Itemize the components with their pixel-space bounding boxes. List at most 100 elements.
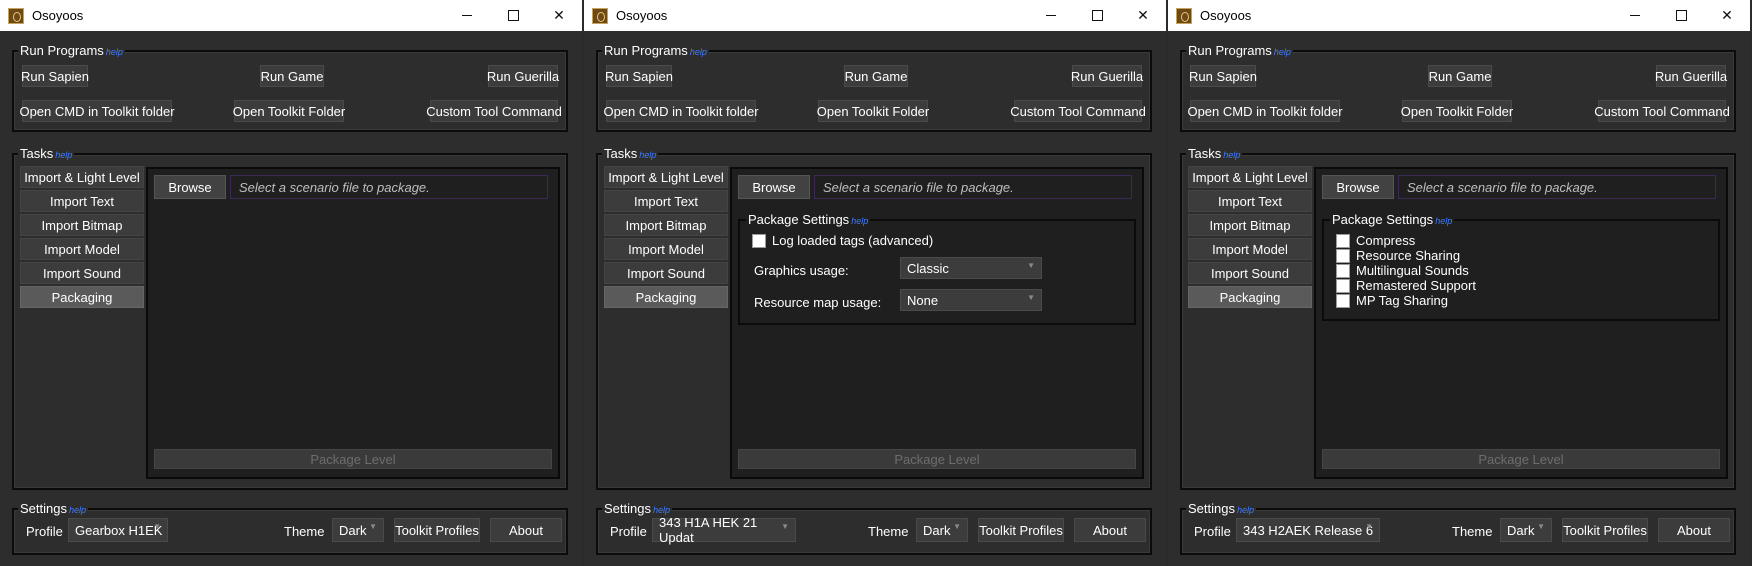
about-button[interactable]: About (1074, 518, 1146, 542)
task-import-bitmap[interactable]: Import Bitmap (604, 214, 728, 236)
profile-dropdown[interactable]: 343 H2AEK Release 6 ▼ (1236, 518, 1380, 542)
checkbox-label: MP Tag Sharing (1356, 293, 1449, 308)
scenario-path-input[interactable]: Select a scenario file to package. (230, 175, 548, 199)
package-level-button[interactable]: Package Level (154, 449, 552, 469)
run-programs-label: Run Programs help (602, 43, 709, 58)
help-link[interactable]: help (1274, 47, 1291, 57)
checkbox-box[interactable] (1336, 233, 1350, 248)
run-game-button[interactable]: Run Game (1428, 65, 1492, 87)
open-cmd-button[interactable]: Open CMD in Toolkit folder (1187, 100, 1343, 122)
help-link[interactable]: help (851, 216, 868, 226)
task-import-bitmap[interactable]: Import Bitmap (1188, 214, 1312, 236)
close-icon[interactable]: ✕ (1120, 0, 1166, 31)
theme-dropdown[interactable]: Dark ▼ (1500, 518, 1552, 542)
osoyoos-app-icon (8, 7, 24, 24)
custom-tool-command-button[interactable]: Custom Tool Command (1010, 100, 1146, 122)
open-toolkit-folder-button[interactable]: Open Toolkit Folder (817, 100, 929, 122)
chevron-down-icon: ▼ (369, 522, 377, 531)
task-import-model[interactable]: Import Model (20, 238, 144, 260)
help-link[interactable]: help (69, 505, 86, 515)
run-programs-group: Run Programs help Run Sapien Run Game Run… (1180, 43, 1736, 132)
profile-dropdown[interactable]: Gearbox H1EK ▼ (68, 518, 168, 542)
chevron-down-icon: ▼ (1365, 522, 1373, 531)
help-link[interactable]: help (1237, 505, 1254, 515)
profile-dropdown[interactable]: 343 H1A HEK 21 Updat ▼ (652, 515, 796, 545)
open-cmd-button[interactable]: Open CMD in Toolkit folder (603, 100, 759, 122)
checkbox-box[interactable] (1336, 278, 1350, 293)
run-guerilla-button[interactable]: Run Guerilla (1071, 65, 1143, 87)
task-packaging[interactable]: Packaging (604, 286, 728, 308)
scenario-path-input[interactable]: Select a scenario file to package. (1398, 175, 1716, 199)
run-programs-label: Run Programs help (18, 43, 125, 58)
run-game-button[interactable]: Run Game (260, 65, 324, 87)
task-import-text[interactable]: Import Text (1188, 190, 1312, 212)
maximize-icon[interactable] (1658, 0, 1704, 31)
minimize-icon[interactable] (1028, 0, 1074, 31)
help-link[interactable]: help (1435, 216, 1452, 226)
help-link[interactable]: help (653, 505, 670, 515)
task-import-sound[interactable]: Import Sound (20, 262, 144, 284)
run-sapien-button[interactable]: Run Sapien (21, 65, 89, 87)
checkbox-box[interactable] (1336, 293, 1350, 308)
run-guerilla-button[interactable]: Run Guerilla (1655, 65, 1727, 87)
graphics-usage-dropdown[interactable]: Classic ▼ (900, 257, 1042, 279)
run-sapien-button[interactable]: Run Sapien (1189, 65, 1257, 87)
task-import-light-level[interactable]: Import & Light Level (20, 166, 144, 188)
open-cmd-button[interactable]: Open CMD in Toolkit folder (19, 100, 175, 122)
task-import-light-level[interactable]: Import & Light Level (1188, 166, 1312, 188)
toolkit-profiles-button[interactable]: Toolkit Profiles (1562, 518, 1648, 542)
run-game-button[interactable]: Run Game (844, 65, 908, 87)
open-toolkit-folder-button[interactable]: Open Toolkit Folder (233, 100, 345, 122)
package-level-button[interactable]: Package Level (738, 449, 1136, 469)
task-packaging[interactable]: Packaging (20, 286, 144, 308)
open-toolkit-folder-button[interactable]: Open Toolkit Folder (1401, 100, 1513, 122)
browse-button[interactable]: Browse (1322, 175, 1394, 199)
toolkit-profiles-button[interactable]: Toolkit Profiles (394, 518, 480, 542)
multilingual-sounds-checkbox[interactable]: Multilingual Sounds (1336, 263, 1469, 278)
run-guerilla-button[interactable]: Run Guerilla (487, 65, 559, 87)
task-import-model[interactable]: Import Model (1188, 238, 1312, 260)
compress-checkbox[interactable]: Compress (1336, 233, 1415, 248)
help-link[interactable]: help (639, 150, 656, 160)
help-link[interactable]: help (1223, 150, 1240, 160)
task-import-model[interactable]: Import Model (604, 238, 728, 260)
task-import-text[interactable]: Import Text (604, 190, 728, 212)
about-button[interactable]: About (490, 518, 562, 542)
checkbox-box[interactable] (1336, 248, 1350, 263)
checkbox-box[interactable] (1336, 263, 1350, 278)
close-icon[interactable]: ✕ (1704, 0, 1750, 31)
minimize-icon[interactable] (1612, 0, 1658, 31)
about-button[interactable]: About (1658, 518, 1730, 542)
theme-dropdown[interactable]: Dark ▼ (332, 518, 384, 542)
task-import-light-level[interactable]: Import & Light Level (604, 166, 728, 188)
task-import-sound[interactable]: Import Sound (604, 262, 728, 284)
settings-label: Settings help (18, 501, 88, 516)
mp-tag-sharing-checkbox[interactable]: MP Tag Sharing (1336, 293, 1448, 308)
browse-button[interactable]: Browse (154, 175, 226, 199)
task-packaging[interactable]: Packaging (1188, 286, 1312, 308)
task-import-text[interactable]: Import Text (20, 190, 144, 212)
task-import-bitmap[interactable]: Import Bitmap (20, 214, 144, 236)
checkbox-box[interactable] (752, 233, 766, 248)
log-loaded-tags-checkbox[interactable]: Log loaded tags (advanced) (752, 233, 933, 248)
package-level-button[interactable]: Package Level (1322, 449, 1720, 469)
resource-map-usage-dropdown[interactable]: None ▼ (900, 289, 1042, 311)
help-link[interactable]: help (106, 47, 123, 57)
toolkit-profiles-button[interactable]: Toolkit Profiles (978, 518, 1064, 542)
help-link[interactable]: help (690, 47, 707, 57)
remastered-support-checkbox[interactable]: Remastered Support (1336, 278, 1476, 293)
minimize-icon[interactable] (444, 0, 490, 31)
maximize-icon[interactable] (490, 0, 536, 31)
resource-sharing-checkbox[interactable]: Resource Sharing (1336, 248, 1460, 263)
close-icon[interactable]: ✕ (536, 0, 582, 31)
custom-tool-command-button[interactable]: Custom Tool Command (426, 100, 562, 122)
title-bar: Osoyoos ✕ (1168, 0, 1750, 31)
help-link[interactable]: help (55, 150, 72, 160)
theme-dropdown[interactable]: Dark ▼ (916, 518, 968, 542)
maximize-icon[interactable] (1074, 0, 1120, 31)
browse-button[interactable]: Browse (738, 175, 810, 199)
run-sapien-button[interactable]: Run Sapien (605, 65, 673, 87)
task-import-sound[interactable]: Import Sound (1188, 262, 1312, 284)
custom-tool-command-button[interactable]: Custom Tool Command (1594, 100, 1730, 122)
scenario-path-input[interactable]: Select a scenario file to package. (814, 175, 1132, 199)
